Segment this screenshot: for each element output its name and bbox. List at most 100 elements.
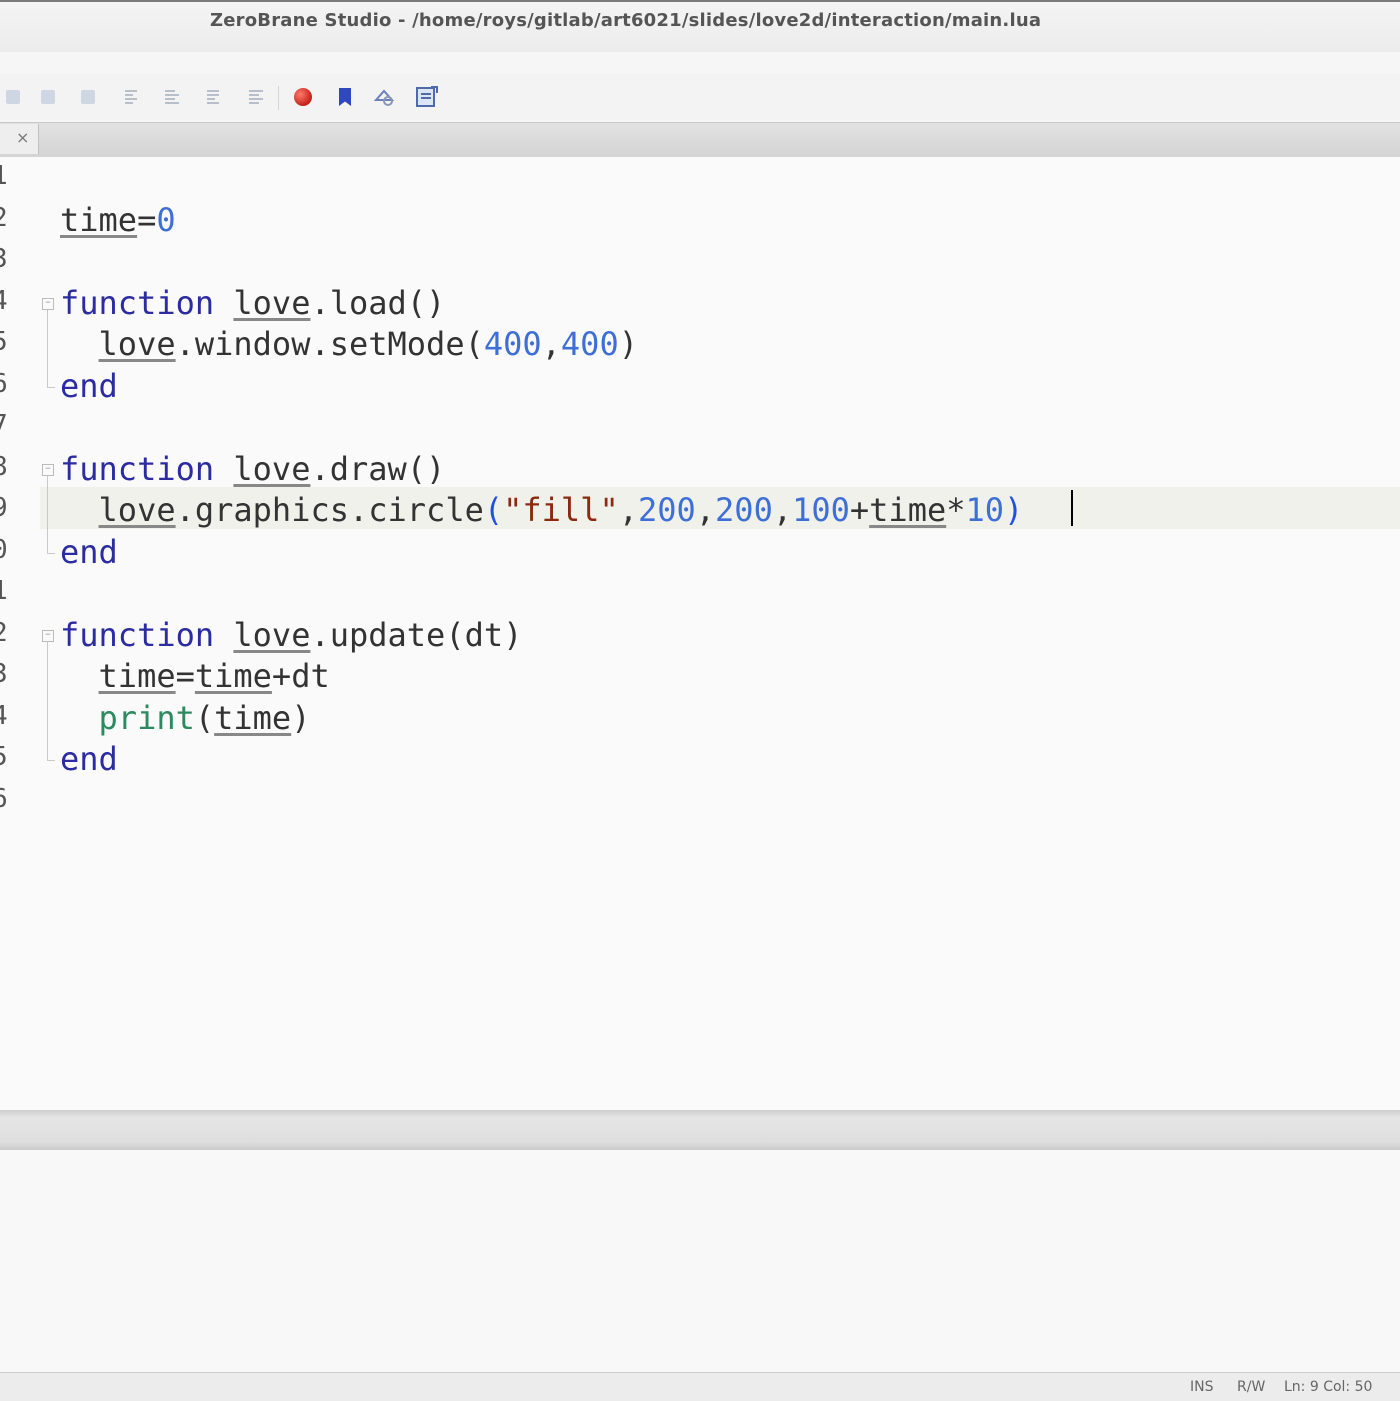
code-token: +dt bbox=[271, 657, 330, 695]
code-line[interactable]: end bbox=[60, 365, 118, 407]
align-center-icon[interactable] bbox=[158, 84, 184, 110]
line-number: 5 bbox=[0, 327, 12, 357]
code-token: ) bbox=[291, 698, 311, 737]
code-line[interactable]: function love.load() bbox=[60, 282, 445, 324]
code-token: 400 bbox=[560, 325, 619, 363]
fold-guide bbox=[47, 475, 48, 553]
line-number: 1 bbox=[0, 576, 12, 606]
code-token: love bbox=[98, 491, 176, 529]
code-token: love bbox=[98, 325, 176, 363]
code-line[interactable]: time=0 bbox=[60, 199, 176, 241]
code-token: .update(dt) bbox=[310, 615, 523, 654]
line-number: 3 bbox=[0, 244, 12, 274]
code-token: "fill" bbox=[503, 491, 619, 529]
fold-end-marker bbox=[47, 760, 55, 761]
align-left-icon[interactable] bbox=[118, 84, 144, 110]
align-right-icon[interactable] bbox=[200, 84, 226, 110]
cursor-position: Ln: 9 Col: 50 bbox=[1284, 1379, 1373, 1395]
code-token: end bbox=[60, 366, 118, 405]
output-pane[interactable] bbox=[0, 1150, 1400, 1372]
code-editor[interactable]: 1234567890123456 −−− time=0function love… bbox=[0, 157, 1400, 1110]
code-token: time bbox=[98, 657, 176, 695]
code-token: , bbox=[541, 325, 561, 363]
close-icon[interactable]: × bbox=[16, 128, 29, 147]
code-line[interactable]: end bbox=[60, 738, 118, 780]
tab-strip bbox=[0, 122, 1400, 158]
code-token: time bbox=[60, 200, 138, 239]
code-token: ( bbox=[483, 491, 504, 529]
code-token: 200 bbox=[715, 491, 773, 529]
fold-end-marker bbox=[47, 552, 55, 554]
code-token: ( bbox=[194, 698, 215, 737]
code-token: , bbox=[618, 491, 638, 529]
code-token: 10 bbox=[965, 491, 1005, 529]
code-line[interactable]: love.graphics.circle("fill",200,200,100+… bbox=[60, 489, 1024, 531]
fold-guide bbox=[47, 641, 48, 760]
code-line[interactable]: print(time) bbox=[60, 697, 311, 739]
line-number: 2 bbox=[0, 203, 12, 233]
fold-guide bbox=[47, 309, 48, 387]
toolbar-separator bbox=[278, 86, 279, 110]
code-token: .draw() bbox=[310, 449, 446, 488]
line-number: 2 bbox=[0, 618, 12, 648]
code-token: end bbox=[60, 740, 118, 778]
indent-icon[interactable] bbox=[0, 84, 26, 110]
comment-icon[interactable] bbox=[75, 84, 101, 110]
line-number: 8 bbox=[0, 452, 12, 482]
code-line[interactable]: time=time+dt bbox=[60, 655, 330, 697]
code-token: 400 bbox=[483, 325, 542, 363]
breakpoint-icon[interactable] bbox=[290, 84, 316, 110]
outdent-icon[interactable] bbox=[35, 84, 61, 110]
find-in-files-icon[interactable] bbox=[414, 84, 440, 110]
ide-window: ZeroBrane Studio - /home/roys/gitlab/art… bbox=[0, 0, 1400, 1401]
code-token: function bbox=[60, 283, 215, 322]
line-number: 0 bbox=[0, 535, 12, 565]
code-token: 0 bbox=[156, 200, 176, 239]
fold-toggle-icon[interactable]: − bbox=[42, 297, 54, 310]
code-line[interactable]: end bbox=[60, 531, 118, 573]
line-number: 6 bbox=[0, 369, 12, 399]
code-token: 100 bbox=[792, 491, 850, 529]
code-token: + bbox=[849, 491, 870, 529]
code-token: = bbox=[175, 657, 195, 695]
code-token: , bbox=[695, 491, 716, 529]
code-token: , bbox=[772, 491, 793, 529]
code-line[interactable]: love.window.setMode(400,400) bbox=[60, 323, 638, 365]
title-bar: ZeroBrane Studio - /home/roys/gitlab/art… bbox=[0, 0, 1400, 52]
code-token: .graphics.circle bbox=[175, 491, 484, 529]
line-number: 5 bbox=[0, 742, 12, 772]
bookmark-icon[interactable] bbox=[332, 84, 358, 110]
fold-end-marker bbox=[47, 386, 55, 388]
fold-toggle-icon[interactable]: − bbox=[42, 629, 54, 642]
code-token: 200 bbox=[637, 491, 696, 529]
code-token: print bbox=[98, 698, 195, 737]
line-number: 4 bbox=[0, 701, 12, 731]
fold-toggle-icon[interactable]: − bbox=[42, 463, 54, 476]
tab-main-lua[interactable]: × bbox=[0, 124, 39, 154]
code-line[interactable]: function love.update(dt) bbox=[60, 614, 522, 656]
line-number: 7 bbox=[0, 410, 12, 440]
code-token: time bbox=[214, 698, 292, 737]
access-mode-indicator: R/W bbox=[1237, 1379, 1266, 1395]
code-token: ) bbox=[1004, 491, 1024, 529]
find-replace-icon[interactable] bbox=[372, 84, 398, 110]
code-token: function bbox=[60, 449, 215, 488]
code-token: = bbox=[137, 200, 157, 239]
line-number: 1 bbox=[0, 161, 12, 191]
code-token: love bbox=[233, 449, 311, 488]
code-line[interactable]: function love.draw() bbox=[60, 448, 445, 490]
align-justify-icon[interactable] bbox=[242, 84, 268, 110]
pane-splitter[interactable] bbox=[0, 1110, 1400, 1150]
line-number: 4 bbox=[0, 286, 12, 316]
code-token: ) bbox=[618, 325, 638, 363]
code-token: .window.setMode( bbox=[175, 325, 484, 363]
code-token: time bbox=[869, 491, 947, 529]
code-token: end bbox=[60, 532, 118, 571]
line-number: 9 bbox=[0, 493, 12, 523]
